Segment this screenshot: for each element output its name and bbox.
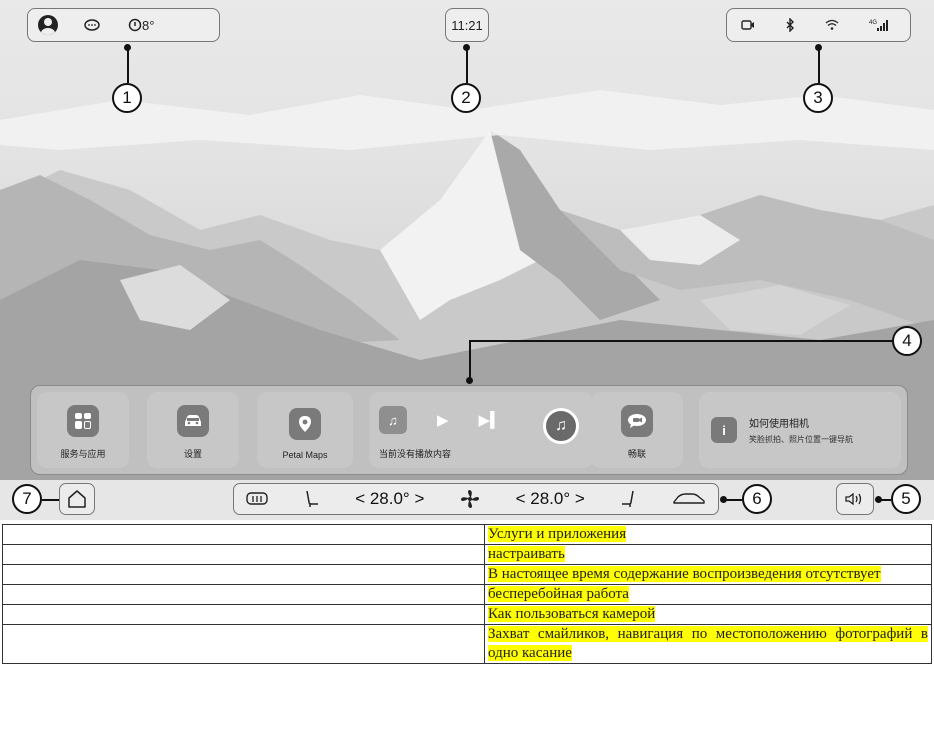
weather-widget[interactable]: 8° xyxy=(128,18,154,33)
status-bar-right: 4G xyxy=(726,8,911,42)
dashcam-icon[interactable] xyxy=(741,19,755,31)
table-row: В настоящее время содержание воспроизвед… xyxy=(2,564,932,585)
volume-icon xyxy=(845,492,862,506)
translation-text: Услуги и приложения xyxy=(488,526,627,542)
callout-5: 5 xyxy=(891,484,921,514)
table-row: бесперебойная работа xyxy=(2,584,932,605)
table-cell-translation: настраивать xyxy=(484,544,932,565)
callout-6-line xyxy=(722,499,742,501)
translation-text: Как пользоваться камерой xyxy=(488,606,656,622)
clock-time: 11:21 xyxy=(451,17,483,33)
app-card-services[interactable]: 服务与应用 xyxy=(37,392,129,468)
app-label-services: 服务与应用 xyxy=(60,449,106,459)
app-label-changlian: 畅联 xyxy=(627,449,646,459)
callout-4-line-v xyxy=(469,341,471,380)
volume-button[interactable] xyxy=(836,483,874,515)
temp-decrease-left[interactable]: < xyxy=(355,489,370,508)
message-icon[interactable] xyxy=(84,18,102,32)
driver-temp-control[interactable]: < 28.0° > xyxy=(355,489,424,509)
translation-text: настраивать xyxy=(488,546,565,562)
rear-defrost-icon[interactable] xyxy=(246,491,268,507)
tip-subtitle: 笑脸抓拍、照片位置一键导航 xyxy=(749,435,853,444)
climate-control: < 28.0° > < 28.0° > xyxy=(233,483,719,515)
home-icon xyxy=(68,490,86,508)
table-cell-translation: В настоящее время содержание воспроизвед… xyxy=(484,564,932,585)
info-icon: i xyxy=(711,417,737,443)
temp-increase-right[interactable]: > xyxy=(570,489,585,508)
callout-3: 3 xyxy=(803,83,833,113)
callout-4: 4 xyxy=(892,326,922,356)
translation-text: В настоящее время содержание воспроизвед… xyxy=(488,566,881,582)
fan-icon[interactable] xyxy=(460,489,480,509)
bottom-control-bar: 7 < 28.0° > < 28.0° > 6 5 xyxy=(0,480,934,520)
weather-icon xyxy=(128,18,142,32)
network-type: 4G xyxy=(869,19,878,26)
passenger-seat-icon[interactable] xyxy=(620,490,636,508)
translation-table: Услуги и приложения настраивать В настоя… xyxy=(2,524,932,664)
callout-3-line xyxy=(818,46,820,83)
app-card-petal-maps[interactable]: Petal Maps xyxy=(257,392,353,468)
passenger-temperature: 28.0° xyxy=(530,489,571,508)
callout-7: 7 xyxy=(12,484,42,514)
map-pin-icon xyxy=(289,408,321,440)
app-card-changlian[interactable]: 畅联 xyxy=(591,392,683,468)
table-row: Захват смайликов, навигация по местополо… xyxy=(2,624,932,664)
temp-decrease-right[interactable]: < xyxy=(516,489,531,508)
apps-grid-icon xyxy=(67,405,99,437)
tip-title: 如何使用相机 xyxy=(749,419,809,430)
app-card-settings[interactable]: 设置 xyxy=(147,392,239,468)
driver-seat-icon[interactable] xyxy=(304,490,320,508)
bluetooth-icon[interactable] xyxy=(785,18,795,32)
car-settings-icon xyxy=(177,405,209,437)
table-cell-empty xyxy=(2,604,485,625)
media-card[interactable]: ♫ ▶ ▶▍ ♫ 当前没有播放内容 xyxy=(369,392,593,468)
translation-text: бесперебойная работа xyxy=(488,586,629,602)
car-recirculation-icon[interactable] xyxy=(672,492,706,506)
app-label-petal-maps: Petal Maps xyxy=(282,450,328,460)
table-cell-translation: Как пользоваться камерой xyxy=(484,604,932,625)
table-cell-empty xyxy=(2,584,485,605)
table-cell-empty xyxy=(2,624,485,664)
callout-5-line xyxy=(877,499,891,501)
table-row: настраивать xyxy=(2,544,932,565)
music-app-icon[interactable]: ♫ xyxy=(543,408,579,444)
translation-text: Захват смайликов, навигация по местополо… xyxy=(488,626,928,661)
status-bar-clock: 11:21 xyxy=(445,8,489,42)
table-cell-translation: бесперебойная работа xyxy=(484,584,932,605)
app-dock: 服务与应用 设置 Petal Maps ♫ ▶ ▶▍ ♫ 当前没有播放内容 畅联… xyxy=(30,385,908,475)
cellular-signal-icon: 4G xyxy=(869,19,889,31)
table-cell-translation: Захват смайликов, навигация по местополо… xyxy=(484,624,932,664)
chat-bubble-icon xyxy=(621,405,653,437)
status-bar-left: 8° xyxy=(27,8,220,42)
callout-1: 1 xyxy=(112,83,142,113)
table-cell-empty xyxy=(2,564,485,585)
table-row: Услуги и приложения xyxy=(2,524,932,545)
table-cell-translation: Услуги и приложения xyxy=(484,524,932,545)
passenger-temp-control[interactable]: < 28.0° > xyxy=(516,489,585,509)
wifi-icon[interactable] xyxy=(825,19,839,31)
callout-6: 6 xyxy=(742,484,772,514)
app-label-settings: 设置 xyxy=(183,449,202,459)
table-cell-empty xyxy=(2,544,485,565)
music-note-icon: ♫ xyxy=(379,406,407,434)
callout-2: 2 xyxy=(451,83,481,113)
media-empty-text: 当前没有播放内容 xyxy=(379,449,452,459)
callout-2-line xyxy=(466,46,468,83)
next-track-icon[interactable]: ▶▍ xyxy=(479,411,502,429)
callout-7-line xyxy=(42,499,59,501)
tip-card-camera[interactable]: i 如何使用相机 笑脸抓拍、照片位置一键导航 xyxy=(699,392,901,468)
home-button[interactable] xyxy=(59,483,95,515)
car-head-unit-screen: 8° 11:21 4G 1 2 3 4 服务与应用 设置 Petal Maps … xyxy=(0,0,934,520)
weather-temperature: 8° xyxy=(142,17,155,33)
callout-4-line-h xyxy=(469,340,893,342)
user-avatar-icon[interactable] xyxy=(38,15,58,35)
table-row: Как пользоваться камерой xyxy=(2,604,932,625)
media-controls: ♫ ▶ ▶▍ xyxy=(379,406,502,434)
temp-increase-left[interactable]: > xyxy=(410,489,424,508)
play-icon[interactable]: ▶ xyxy=(437,411,449,429)
table-cell-empty xyxy=(2,524,485,545)
callout-1-line xyxy=(127,46,129,83)
callout-4-dot xyxy=(466,377,473,384)
driver-temperature: 28.0° xyxy=(369,489,410,508)
